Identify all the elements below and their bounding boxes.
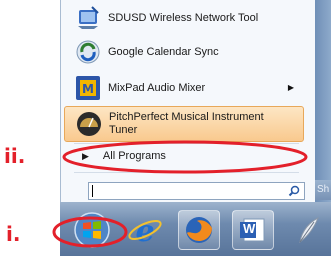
all-programs-label: All Programs — [102, 150, 166, 162]
menu-item-sdusd-wireless[interactable]: SDUSD Wireless Network Tool — [64, 2, 304, 34]
all-programs-button[interactable]: ▶ All Programs — [70, 144, 300, 168]
search-input[interactable] — [88, 182, 305, 200]
taskbar-word[interactable]: W — [232, 210, 274, 250]
search-icon[interactable] — [288, 185, 300, 197]
annotation-label-i: i. — [6, 222, 21, 246]
annotation-label-ii: ii. — [4, 144, 26, 168]
mixpad-icon: M — [76, 76, 100, 100]
svg-text:e: e — [135, 214, 154, 249]
text-caret — [92, 185, 93, 197]
windows-logo-icon — [74, 212, 110, 248]
shutdown-button[interactable]: Sh — [315, 180, 331, 200]
start-menu-right-pane — [315, 0, 331, 202]
taskbar-firefox[interactable] — [178, 210, 220, 250]
menu-item-label-line2: Tuner — [109, 124, 138, 136]
menu-item-pitchperfect[interactable]: PitchPerfect Musical Instrument Tuner — [64, 106, 304, 142]
menu-item-label-line1: PitchPerfect Musical Instrument — [109, 111, 264, 123]
menu-item-label: MixPad Audio Mixer — [108, 82, 206, 94]
start-button[interactable] — [70, 210, 114, 250]
firefox-icon — [186, 217, 212, 243]
menu-item-google-calendar-sync[interactable]: Google Calendar Sync — [64, 36, 304, 68]
calendar-sync-icon — [76, 40, 100, 64]
wireless-tool-icon — [78, 6, 99, 29]
feather-icon — [299, 216, 319, 244]
ie-icon: e — [128, 214, 162, 249]
divider — [74, 172, 299, 173]
taskbar-extra-app[interactable] — [286, 210, 326, 250]
menu-item-mixpad[interactable]: M MixPad Audio Mixer ▶ — [64, 72, 304, 104]
menu-item-label: SDUSD Wireless Network Tool — [108, 12, 259, 24]
tuner-icon — [77, 112, 101, 136]
word-letter: W — [243, 221, 256, 236]
submenu-arrow-icon: ▶ — [287, 83, 294, 92]
taskbar-internet-explorer[interactable]: e — [124, 210, 166, 250]
svg-text:M: M — [82, 82, 94, 96]
menu-item-label: Google Calendar Sync — [108, 46, 219, 58]
triangle-right-icon: ▶ — [82, 150, 89, 161]
